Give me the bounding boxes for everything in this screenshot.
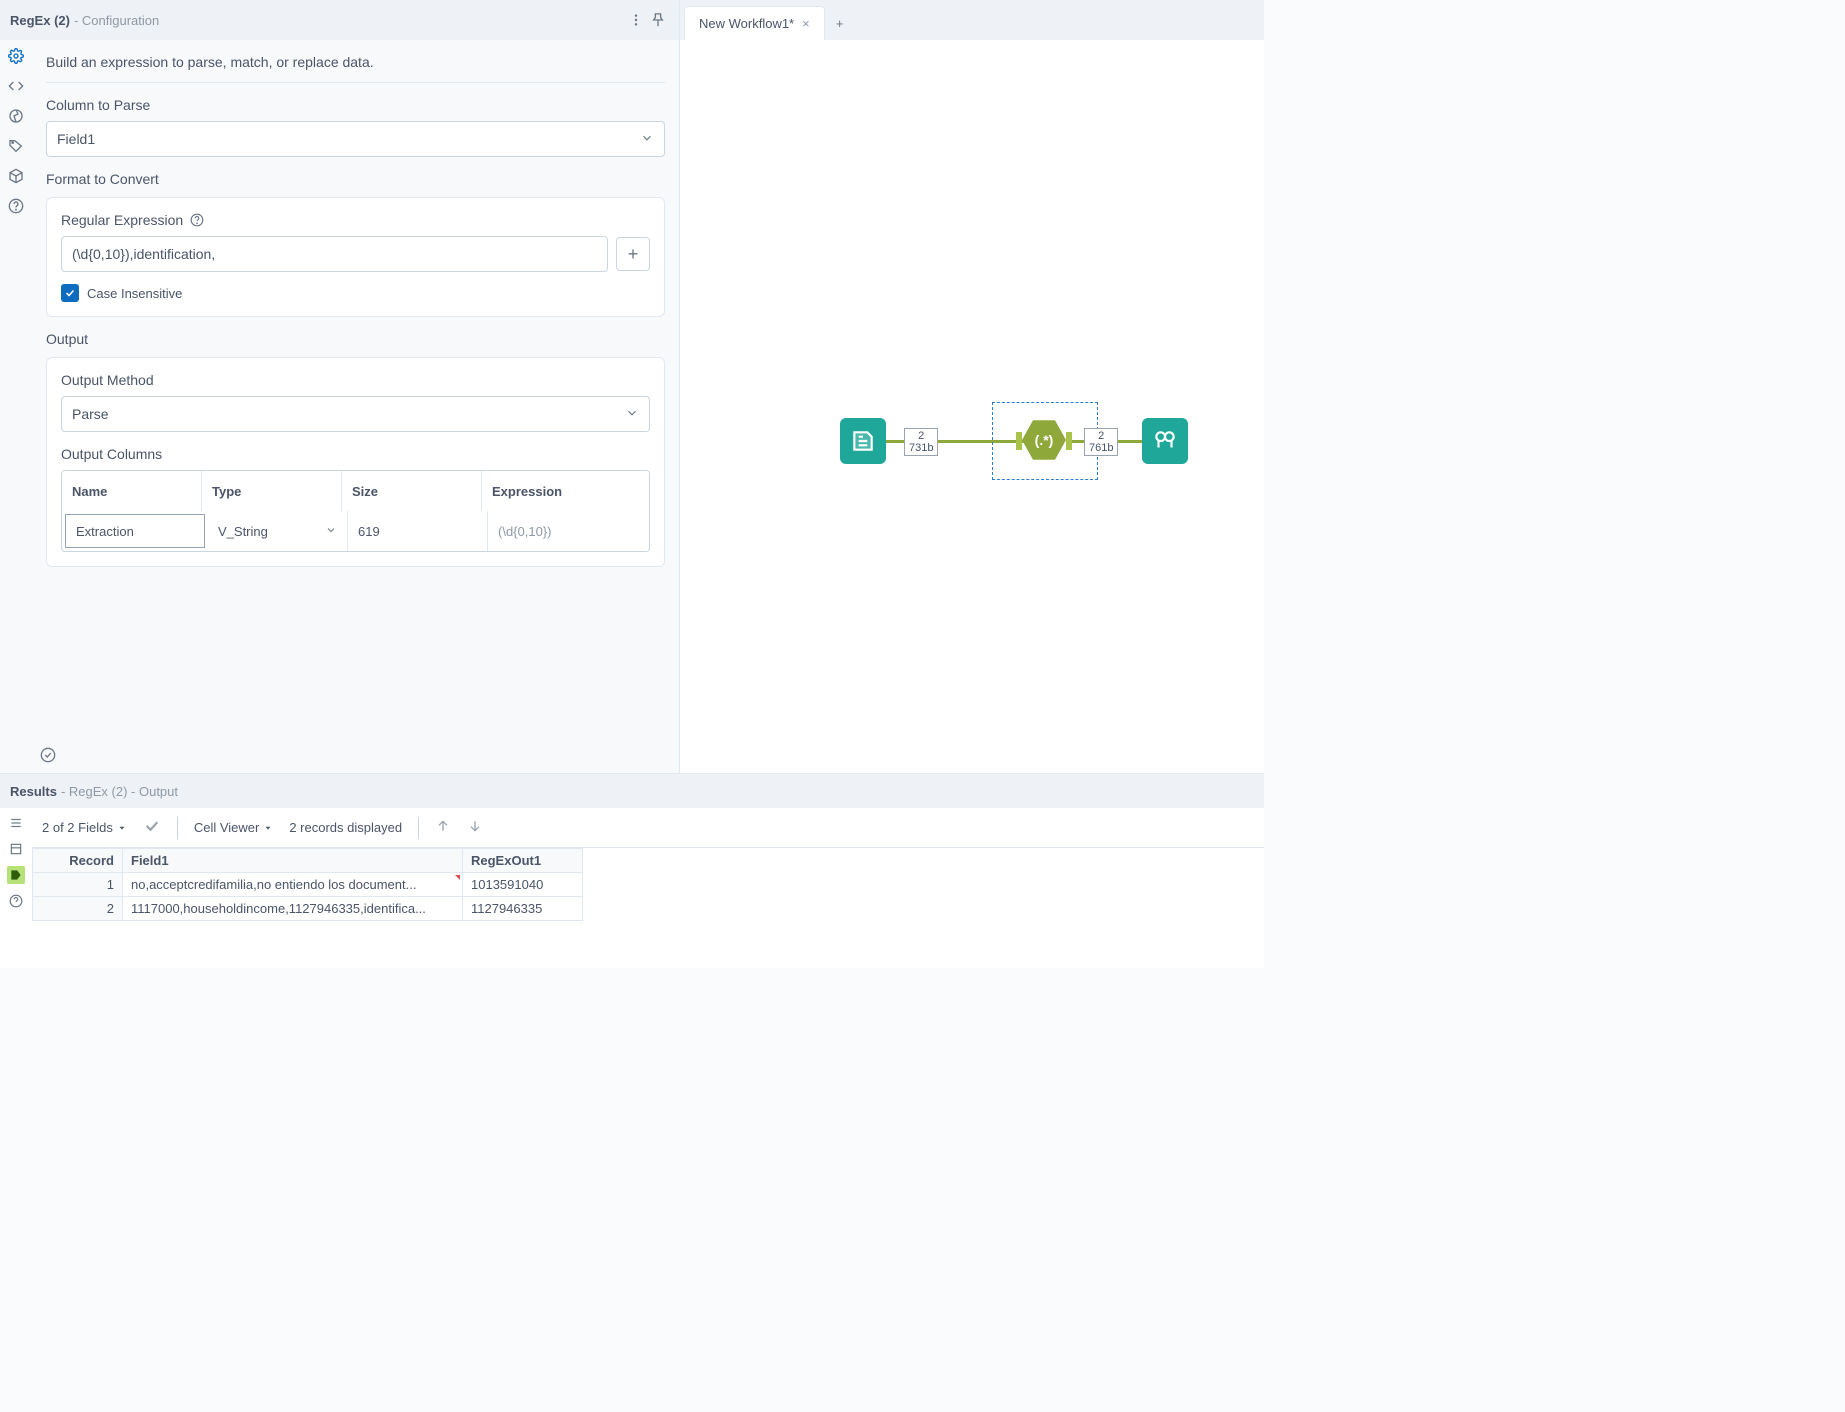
- column-to-parse-label: Column to Parse: [46, 97, 665, 113]
- table-row[interactable]: 1 no,acceptcredifamilia,no entiendo los …: [33, 873, 583, 897]
- tag-icon[interactable]: [6, 136, 26, 156]
- check-icon[interactable]: [143, 817, 161, 838]
- connection-badge: 2761b: [1084, 428, 1118, 456]
- output-method-label: Output Method: [61, 372, 650, 388]
- config-panel: RegEx (2) - Configuration: [0, 0, 680, 773]
- case-insensitive-label: Case Insensitive: [87, 286, 182, 301]
- check-circle-icon[interactable]: [38, 745, 58, 765]
- col-header-type: Type: [202, 471, 342, 511]
- package-icon[interactable]: [6, 166, 26, 186]
- output-port[interactable]: [1066, 432, 1072, 450]
- connection-badge: 2731b: [904, 428, 938, 456]
- arrow-down-icon[interactable]: [467, 818, 483, 837]
- results-subtitle: - RegEx (2) - Output: [61, 784, 178, 799]
- results-panel: Results - RegEx (2) - Output: [0, 773, 1264, 968]
- help-icon[interactable]: [6, 196, 26, 216]
- output-columns-label: Output Columns: [61, 446, 650, 462]
- list-icon[interactable]: [7, 814, 25, 832]
- column-to-parse-value: Field1: [57, 131, 95, 147]
- config-intro: Build an expression to parse, match, or …: [46, 50, 665, 83]
- truncated-marker-icon: [455, 875, 460, 880]
- output-col-type-select[interactable]: V_String: [208, 511, 348, 551]
- workflow-tab[interactable]: New Workflow1* ×: [684, 6, 825, 40]
- fields-dropdown[interactable]: 2 of 2 Fields: [42, 820, 127, 835]
- records-displayed-text: 2 records displayed: [289, 820, 402, 835]
- results-header: Results - RegEx (2) - Output: [0, 774, 1264, 808]
- code-icon[interactable]: [6, 76, 26, 96]
- regex-label: Regular Expression: [61, 212, 650, 228]
- col-header-regexout[interactable]: RegExOut1: [463, 849, 583, 873]
- add-expression-button[interactable]: +: [616, 237, 650, 271]
- output-method-value: Parse: [72, 406, 109, 422]
- new-tab-button[interactable]: +: [825, 6, 855, 40]
- format-to-convert-group: Regular Expression (\d{0,10}),identifica…: [46, 197, 665, 317]
- config-subtitle: - Configuration: [74, 13, 159, 28]
- pin-icon[interactable]: [647, 9, 669, 31]
- canvas-tabs: New Workflow1* × +: [680, 0, 1264, 40]
- results-grid[interactable]: Record Field1 RegExOut1 1 no,acceptcredi…: [32, 848, 583, 921]
- regex-tool-node[interactable]: (.*): [1022, 418, 1066, 462]
- arrow-up-icon[interactable]: [435, 818, 451, 837]
- col-header-size: Size: [342, 471, 482, 511]
- table-row[interactable]: 2 1117000,householdincome,1127946335,ide…: [33, 897, 583, 921]
- cell-viewer-dropdown[interactable]: Cell Viewer: [194, 820, 274, 835]
- more-icon[interactable]: [625, 9, 647, 31]
- chevron-down-icon: [325, 524, 337, 539]
- output-group: Output Method Parse Output Columns Name …: [46, 357, 665, 567]
- output-label: Output: [46, 331, 665, 347]
- col-header-name: Name: [62, 471, 202, 511]
- regex-node-label: (.*): [1035, 432, 1054, 448]
- config-title: RegEx (2): [10, 13, 70, 28]
- tab-label: New Workflow1*: [699, 16, 794, 31]
- chevron-down-icon: [640, 131, 654, 148]
- column-to-parse-select[interactable]: Field1: [46, 121, 665, 157]
- format-to-convert-label: Format to Convert: [46, 171, 665, 187]
- output-method-select[interactable]: Parse: [61, 396, 650, 432]
- chevron-down-icon: [625, 406, 639, 423]
- help-icon[interactable]: [189, 212, 205, 228]
- config-left-rail: [0, 40, 32, 773]
- results-rail: [0, 808, 32, 968]
- input-port[interactable]: [1016, 432, 1022, 450]
- output-col-expression: (\d{0,10}): [488, 511, 649, 551]
- col-header-field1[interactable]: Field1: [123, 849, 463, 873]
- table-icon[interactable]: [7, 840, 25, 858]
- case-insensitive-checkbox[interactable]: Case Insensitive: [61, 284, 650, 302]
- output-port-icon[interactable]: [7, 866, 25, 884]
- input-tool-node[interactable]: [840, 418, 886, 464]
- gear-icon[interactable]: [6, 46, 26, 66]
- canvas-panel: New Workflow1* × + 2731b: [680, 0, 1264, 773]
- col-header-record[interactable]: Record: [33, 849, 123, 873]
- regex-input[interactable]: (\d{0,10}),identification,: [61, 236, 608, 272]
- output-col-size-input[interactable]: 619: [348, 511, 488, 551]
- results-toolbar: 2 of 2 Fields Cell Viewer 2 records disp…: [32, 808, 1264, 848]
- workflow-canvas[interactable]: 2731b (.*) 2761b: [680, 40, 1264, 773]
- config-header: RegEx (2) - Configuration: [0, 0, 679, 40]
- output-col-name-input[interactable]: Extraction: [65, 514, 205, 548]
- browse-tool-node[interactable]: [1142, 418, 1188, 464]
- output-columns-table: Name Type Size Expression Extraction V_S…: [61, 470, 650, 552]
- checkbox-checked-icon: [61, 284, 79, 302]
- close-tab-icon[interactable]: ×: [802, 16, 810, 31]
- nav-icon[interactable]: [6, 106, 26, 126]
- col-header-expression: Expression: [482, 471, 649, 511]
- help-icon[interactable]: [7, 892, 25, 910]
- results-title: Results: [10, 784, 57, 799]
